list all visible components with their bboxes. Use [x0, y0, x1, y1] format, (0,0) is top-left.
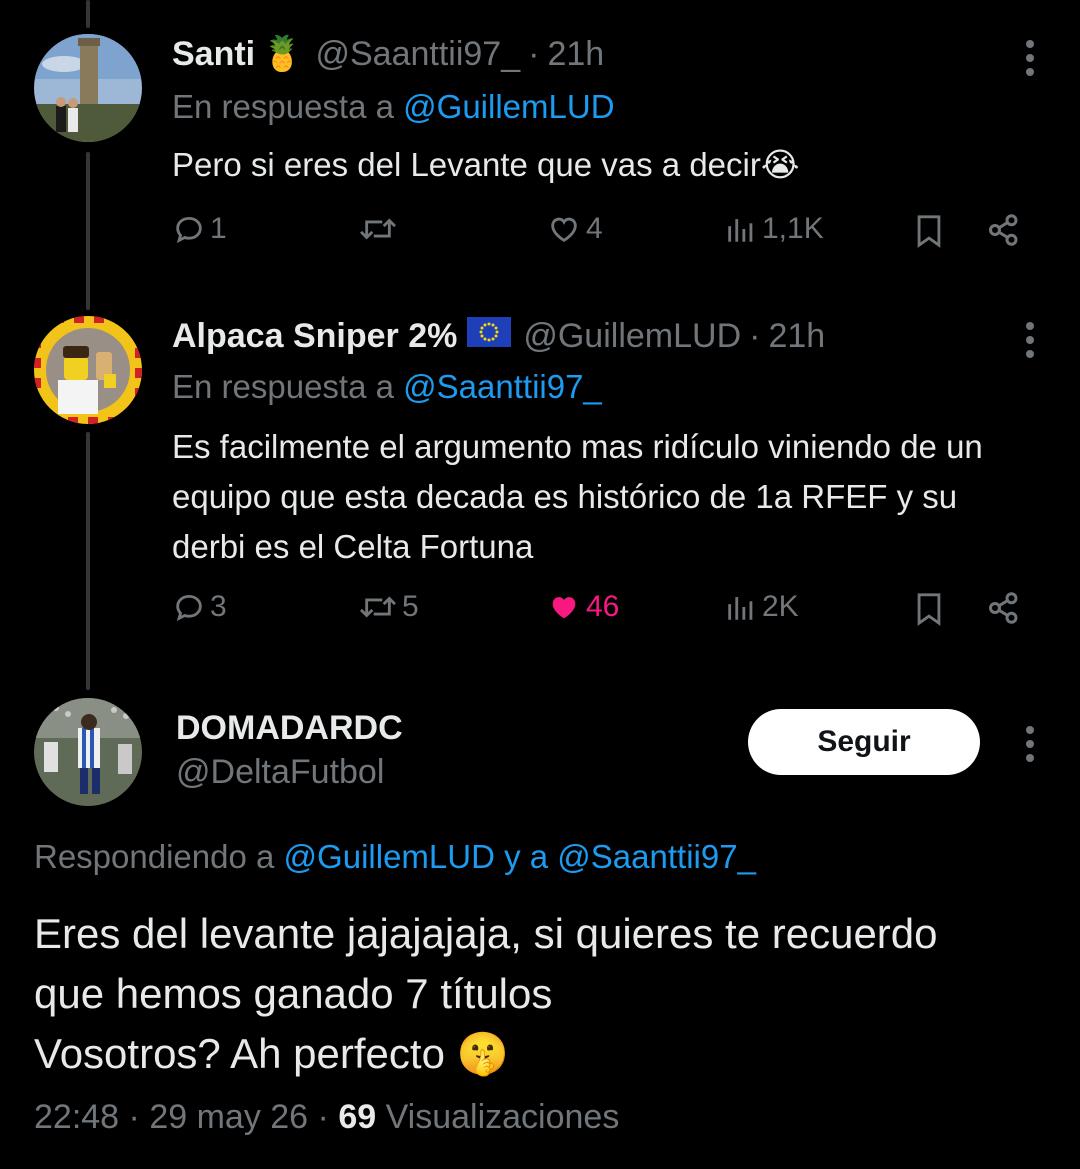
tweet-meta: 22:48 · 29 may 26 · 69 Visualizaciones: [34, 1098, 619, 1137]
replying-prefix: Respondiendo a: [34, 838, 275, 875]
post-time[interactable]: 22:48: [34, 1098, 119, 1136]
tweet-header: Alpaca Sniper 2% @GuillemLUD · 21h: [172, 316, 825, 356]
replying-joiner: y a: [504, 838, 549, 875]
reply-count: 3: [210, 590, 227, 623]
more-icon[interactable]: [1022, 726, 1038, 762]
reply-context: En respuesta a @Saanttii97_: [172, 368, 602, 406]
replying-mention-1[interactable]: @GuillemLUD: [284, 838, 495, 875]
follow-button[interactable]: Seguir: [748, 709, 980, 775]
post-date[interactable]: 29 may 26: [149, 1098, 308, 1136]
views-number: 69: [338, 1098, 377, 1136]
separator: ·: [317, 1098, 329, 1136]
views-count: 2K: [762, 590, 799, 623]
avatar-domadardc[interactable]: [34, 698, 142, 806]
replying-mention-2[interactable]: @Saanttii97_: [557, 838, 756, 875]
views-button[interactable]: 2K: [724, 590, 799, 624]
retweet-count: 5: [402, 590, 419, 623]
bookmark-icon: [917, 593, 941, 626]
text-line-3: Vosotros? Ah perfecto 🤫: [34, 1030, 509, 1077]
eu-flag-icon: [467, 316, 512, 356]
like-count: 46: [586, 590, 620, 623]
tweet-text: Es facilmente el argumento mas ridículo …: [172, 428, 983, 565]
reply-tweet-2[interactable]: Alpaca Sniper 2% @GuillemLUD · 21h En re…: [0, 0, 1080, 680]
main-tweet-text: Eres del levante jajajajaja, si quieres …: [34, 904, 1040, 1084]
retweet-icon: [359, 596, 397, 618]
bookmark-button[interactable]: [912, 590, 946, 628]
reply-button[interactable]: 3: [172, 590, 227, 624]
retweet-button[interactable]: 5: [358, 590, 419, 624]
text-line-1: Eres del levante jajajajaja, si quieres …: [34, 910, 938, 957]
display-name[interactable]: DOMADARDC: [176, 709, 403, 748]
avatar-image: [34, 698, 142, 806]
separator: ·: [128, 1098, 140, 1136]
reply-to-mention[interactable]: @Saanttii97_: [403, 368, 602, 405]
handle[interactable]: @DeltaFutbol: [176, 753, 384, 792]
handle[interactable]: @GuillemLUD: [523, 317, 741, 356]
more-icon[interactable]: [1022, 322, 1038, 358]
replying-context: Respondiendo a @GuillemLUD y a @Saanttii…: [34, 838, 756, 876]
reply-prefix: En respuesta a: [172, 368, 394, 405]
main-handle-row: @DeltaFutbol: [176, 752, 384, 792]
share-button[interactable]: [986, 590, 1022, 626]
views-label: Visualizaciones: [385, 1098, 620, 1136]
views-icon: [728, 597, 753, 620]
share-icon: [989, 592, 1018, 624]
avatar-alpaca[interactable]: [34, 316, 142, 424]
like-filled-icon: [552, 597, 576, 619]
main-header: DOMADARDC: [176, 708, 403, 748]
action-bar: 3 5 46 2K: [172, 590, 1030, 640]
timestamp[interactable]: 21h: [768, 317, 825, 356]
avatar-image: [34, 316, 142, 424]
reply-icon: [176, 594, 202, 622]
separator: ·: [749, 316, 761, 355]
like-button[interactable]: 46: [546, 590, 619, 624]
text-line-2: que hemos ganado 7 títulos: [34, 970, 553, 1017]
display-name[interactable]: Alpaca Sniper 2%: [172, 317, 457, 356]
